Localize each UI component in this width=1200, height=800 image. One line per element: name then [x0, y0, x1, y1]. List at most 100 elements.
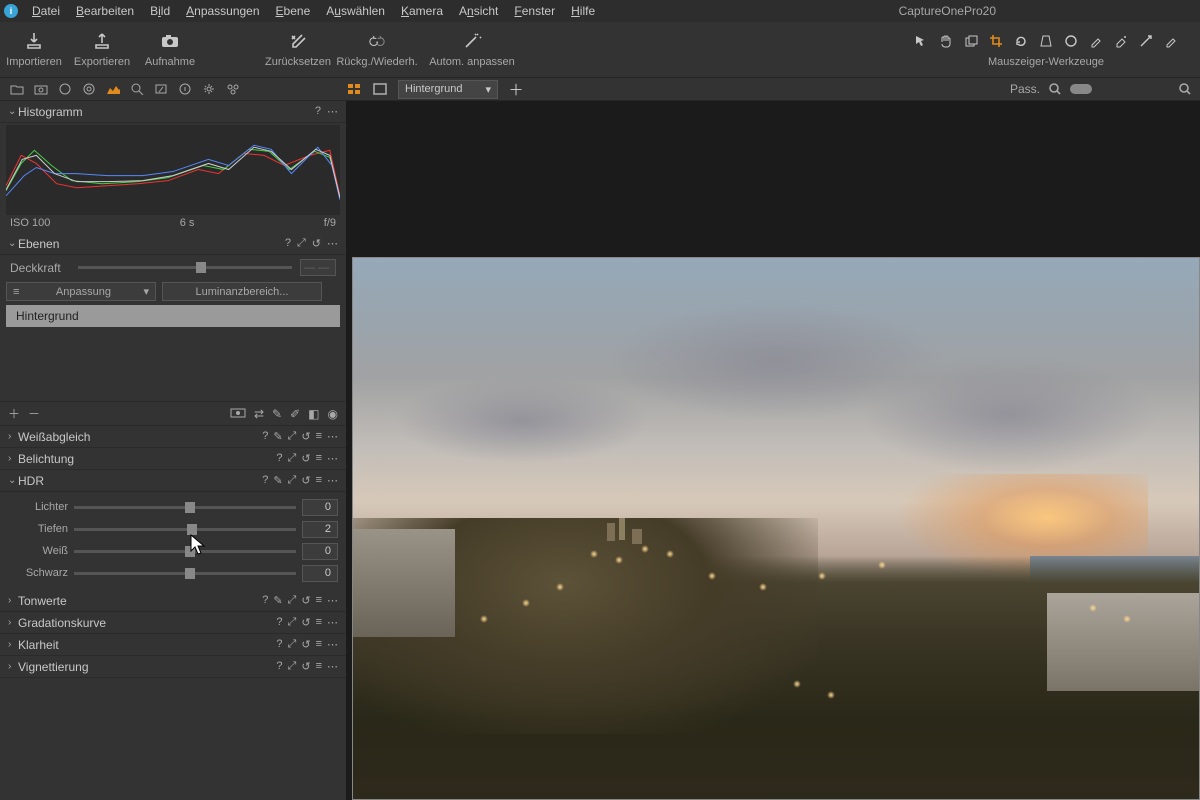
more-icon[interactable]: ⋯	[327, 474, 338, 487]
reset-icon[interactable]: ↺	[301, 616, 310, 629]
menu-adjust[interactable]: Anpassungen	[178, 2, 267, 20]
mask-view-icon[interactable]	[230, 407, 246, 421]
slider-thumb[interactable]	[185, 546, 195, 557]
menu-edit[interactable]: Bearbeiten	[68, 2, 142, 20]
more-icon[interactable]: ⋯	[327, 594, 338, 607]
opacity-slider[interactable]	[78, 266, 292, 269]
menu-layer[interactable]: Ebene	[268, 2, 319, 20]
expand-icon[interactable]: ⤢	[288, 660, 297, 673]
menu-icon[interactable]: ≡	[316, 474, 322, 487]
rotate-tool-icon[interactable]	[1012, 32, 1030, 50]
help-icon[interactable]: ?	[276, 660, 282, 673]
exposure-tab-icon[interactable]	[106, 82, 120, 96]
exposure-panel-head[interactable]: › Belichtung ?⤢↺≡⋯	[0, 448, 346, 470]
viewer-layer-select[interactable]: Hintergrund ▾	[398, 80, 498, 99]
settings-tab-icon[interactable]	[202, 82, 216, 96]
zoom-tool-icon[interactable]	[962, 32, 980, 50]
more-icon[interactable]: ⋯	[327, 452, 338, 465]
menu-icon[interactable]: ≡	[316, 430, 322, 443]
hdr-black-value[interactable]: 0	[302, 565, 338, 582]
add-variant-icon[interactable]: ＋	[508, 81, 524, 97]
help-icon[interactable]: ?	[262, 594, 268, 607]
menu-image[interactable]: Bild	[142, 2, 178, 20]
hdr-white-value[interactable]: 0	[302, 543, 338, 560]
help-icon[interactable]: ?	[262, 430, 268, 443]
menu-file[interactable]: Datei	[24, 2, 68, 20]
metadata-tab-icon[interactable]	[178, 82, 192, 96]
picker-tool-icon[interactable]	[1162, 32, 1180, 50]
more-icon[interactable]: ⋯	[327, 660, 338, 673]
capture-button[interactable]: Aufnahme	[136, 26, 204, 68]
brush-mask-icon[interactable]: ✎	[272, 407, 282, 421]
reset-icon[interactable]: ↺	[301, 660, 310, 673]
brush-tool-icon[interactable]	[1087, 32, 1105, 50]
auto-adjust-button[interactable]: Autom. anpassen	[422, 26, 522, 68]
expand-icon[interactable]: ⤢	[288, 638, 297, 651]
vignette-panel-head[interactable]: › Vignettierung ?⤢↺≡⋯	[0, 656, 346, 678]
expand-icon[interactable]: ⤢	[297, 237, 306, 250]
erase-mask-icon[interactable]: ✐	[290, 407, 300, 421]
menu-icon[interactable]: ≡	[316, 452, 322, 465]
menu-help[interactable]: Hilfe	[563, 2, 603, 20]
gradient-mask-icon[interactable]: ◧	[308, 407, 319, 421]
whitebalance-panel-head[interactable]: › Weißabgleich ?✎⤢↺≡⋯	[0, 426, 346, 448]
hdr-black-slider[interactable]	[74, 572, 296, 575]
reset-icon[interactable]: ↺	[301, 638, 310, 651]
spot-tool-icon[interactable]	[1062, 32, 1080, 50]
grid-view-icon[interactable]	[346, 81, 362, 97]
expand-icon[interactable]: ⤢	[288, 474, 297, 487]
menu-icon[interactable]: ≡	[316, 594, 322, 607]
more-icon[interactable]: ⋯	[327, 616, 338, 629]
help-icon[interactable]: ?	[276, 638, 282, 651]
layer-item-background[interactable]: Hintergrund	[6, 305, 340, 327]
hdr-panel-head[interactable]: ⌄ HDR ?✎⤢↺≡⋯	[0, 470, 346, 492]
slider-thumb[interactable]	[187, 524, 197, 535]
opacity-thumb[interactable]	[196, 262, 206, 273]
hdr-white-slider[interactable]	[74, 550, 296, 553]
help-icon[interactable]: ?	[276, 452, 282, 465]
menu-window[interactable]: Fenster	[506, 2, 563, 20]
color-tab-icon[interactable]	[82, 82, 96, 96]
adjust-tab-icon[interactable]	[154, 82, 168, 96]
curve-panel-head[interactable]: › Gradationskurve ?⤢↺≡⋯	[0, 612, 346, 634]
reset-icon[interactable]: ↺	[312, 237, 321, 250]
keystone-tool-icon[interactable]	[1037, 32, 1055, 50]
capture-tab-icon[interactable]	[34, 82, 48, 96]
hdr-shadows-slider[interactable]	[74, 528, 296, 531]
export-button[interactable]: Exportieren	[68, 26, 136, 68]
hdr-shadows-value[interactable]: 2	[302, 521, 338, 538]
single-view-icon[interactable]	[372, 81, 388, 97]
reset-icon[interactable]: ↺	[301, 474, 310, 487]
rating-chip[interactable]	[1070, 84, 1092, 94]
invert-mask-icon[interactable]: ⇄	[254, 407, 264, 421]
search-icon-right[interactable]	[1178, 82, 1192, 96]
expand-icon[interactable]: ⤢	[288, 594, 297, 607]
eraser-tool-icon[interactable]	[1112, 32, 1130, 50]
layers-panel-head[interactable]: ⌄ Ebenen ?⤢↺⋯	[0, 233, 346, 255]
search-icon[interactable]	[1048, 82, 1062, 96]
hdr-highlights-slider[interactable]	[74, 506, 296, 509]
clarity-panel-head[interactable]: › Klarheit ?⤢↺≡⋯	[0, 634, 346, 656]
help-icon[interactable]: ?	[285, 237, 291, 250]
picker-icon[interactable]: ✎	[273, 594, 282, 607]
menu-icon[interactable]: ≡	[316, 638, 322, 651]
slider-thumb[interactable]	[185, 502, 195, 513]
crop-tool-icon[interactable]	[987, 32, 1005, 50]
slider-thumb[interactable]	[185, 568, 195, 579]
import-button[interactable]: Importieren	[0, 26, 68, 68]
luminance-range-button[interactable]: Luminanzbereich...	[162, 282, 322, 301]
reset-icon[interactable]: ↺	[301, 430, 310, 443]
picker-icon[interactable]: ✎	[273, 430, 282, 443]
more-icon[interactable]: ⋯	[327, 430, 338, 443]
pointer-tool-icon[interactable]	[912, 32, 930, 50]
more-icon[interactable]: ⋯	[327, 638, 338, 651]
library-tab-icon[interactable]	[10, 82, 24, 96]
layer-type-select[interactable]: ≡Anpassung▾	[6, 282, 156, 301]
expand-icon[interactable]: ⤢	[288, 616, 297, 629]
reset-icon[interactable]: ↺	[301, 594, 310, 607]
remove-layer-icon[interactable]: －	[28, 405, 40, 422]
hdr-highlights-value[interactable]: 0	[302, 499, 338, 516]
help-icon[interactable]: ?	[315, 105, 321, 118]
help-icon[interactable]: ?	[276, 616, 282, 629]
expand-icon[interactable]: ⤢	[288, 452, 297, 465]
